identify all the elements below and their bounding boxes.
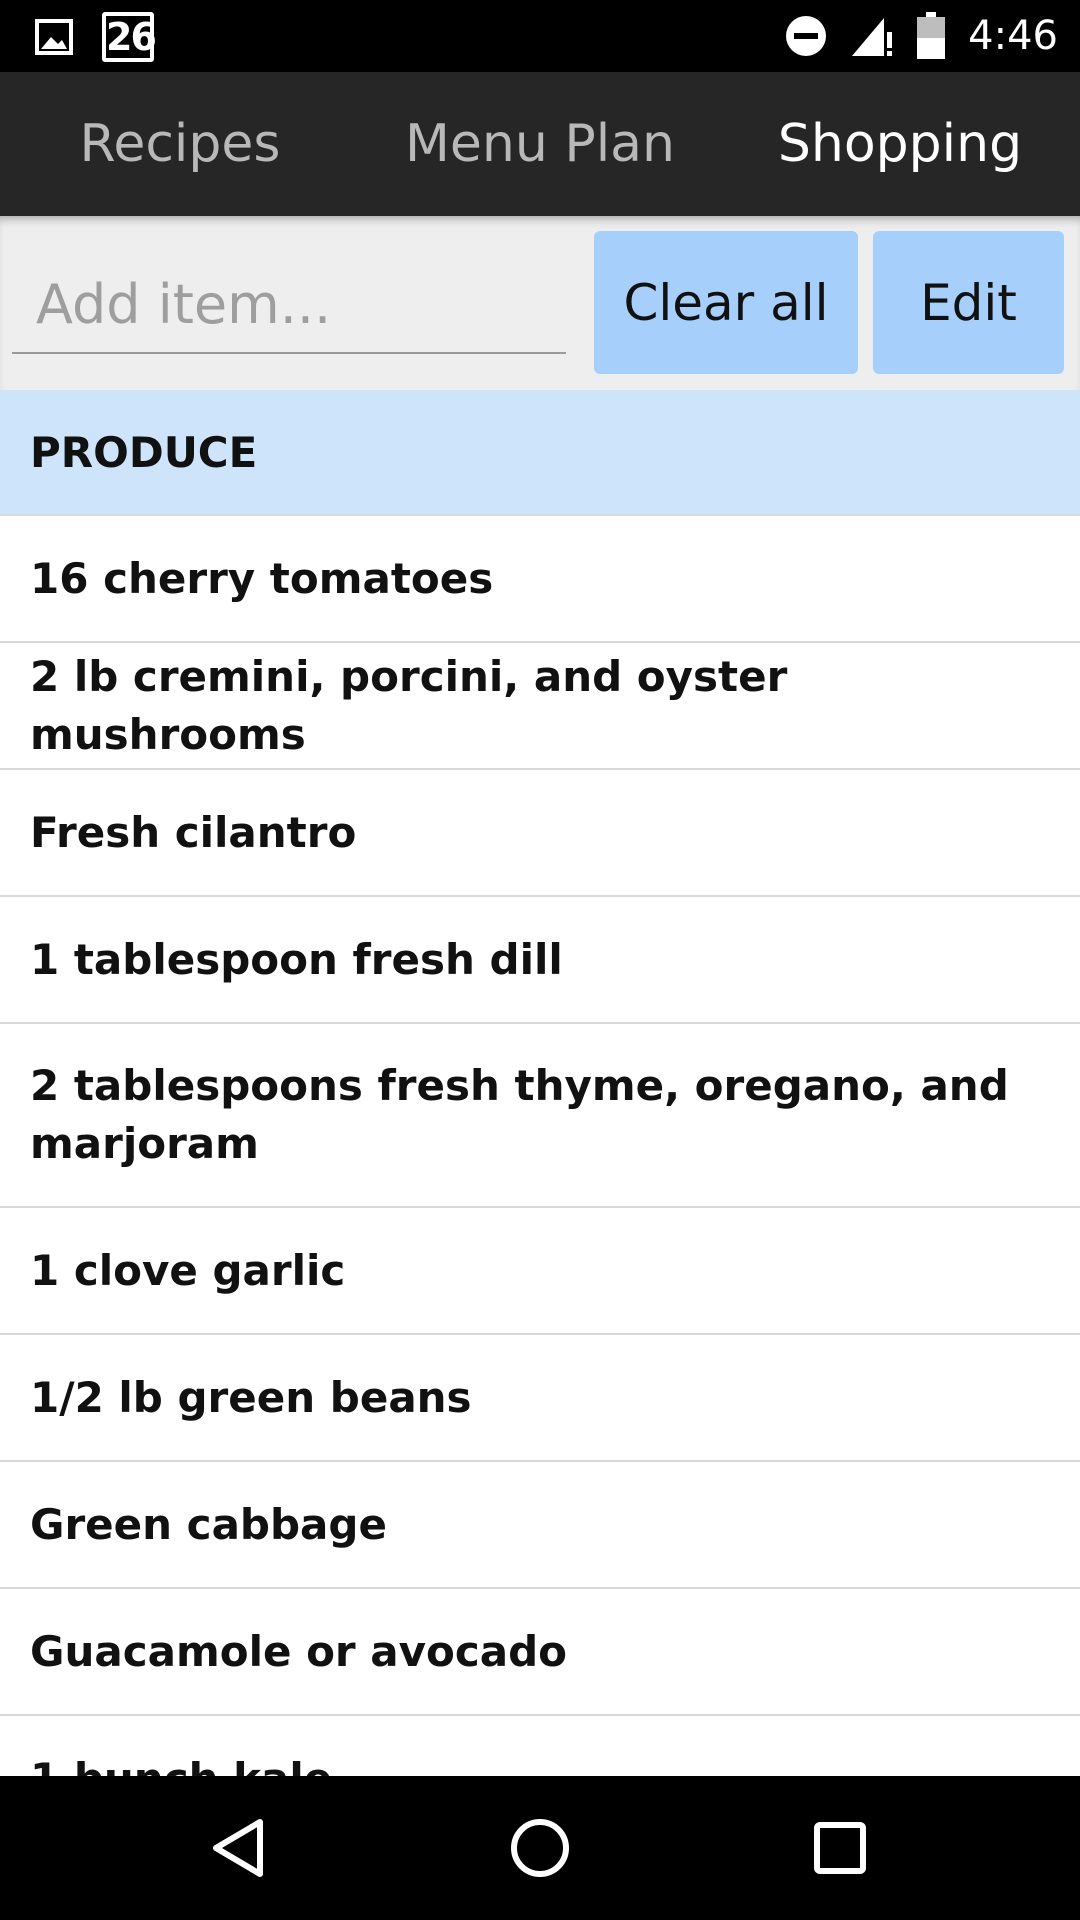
status-time: 4:46 xyxy=(968,13,1058,59)
list-item[interactable]: 1 bunch kale xyxy=(0,1716,1080,1777)
list-item[interactable]: 1 clove garlic xyxy=(0,1208,1080,1335)
clear-all-button[interactable]: Clear all xyxy=(594,231,858,374)
calendar-icon: 26 xyxy=(102,12,157,62)
add-item-input[interactable] xyxy=(12,256,566,354)
status-bar: 26 4:46 xyxy=(0,0,1080,72)
home-icon xyxy=(511,1819,569,1877)
edit-button[interactable]: Edit xyxy=(873,231,1064,374)
shopping-list: 16 cherry tomatoes 2 lb cremini, porcini… xyxy=(0,516,1080,1776)
list-item[interactable]: 1/2 lb green beans xyxy=(0,1335,1080,1462)
list-item[interactable]: 16 cherry tomatoes xyxy=(0,516,1080,643)
tab-recipes[interactable]: Recipes xyxy=(0,72,360,216)
tab-menu-plan[interactable]: Menu Plan xyxy=(360,72,720,216)
signal-icon xyxy=(852,18,893,56)
recents-icon xyxy=(814,1822,866,1874)
recents-button[interactable] xyxy=(800,1808,880,1888)
navigation-bar xyxy=(0,1776,1080,1920)
tab-shopping[interactable]: Shopping xyxy=(720,72,1080,216)
do-not-disturb-icon xyxy=(786,16,827,56)
list-item[interactable]: 1 tablespoon fresh dill xyxy=(0,897,1080,1024)
list-item[interactable]: 2 tablespoons fresh thyme, oregano, and … xyxy=(0,1024,1080,1208)
gallery-icon xyxy=(35,19,73,55)
list-item[interactable]: 2 lb cremini, porcini, and oyster mushro… xyxy=(0,643,1080,770)
battery-icon xyxy=(917,12,946,59)
status-right: 4:46 xyxy=(784,12,1058,60)
back-icon xyxy=(213,1819,263,1877)
list-item[interactable]: Fresh cilantro xyxy=(0,770,1080,897)
home-button[interactable] xyxy=(500,1808,580,1888)
list-item[interactable]: Guacamole or avocado xyxy=(0,1589,1080,1716)
tab-bar: Recipes Menu Plan Shopping xyxy=(0,72,1080,216)
back-button[interactable] xyxy=(200,1808,280,1888)
category-header-produce: PRODUCE xyxy=(0,390,1080,516)
status-left: 26 xyxy=(34,12,157,62)
list-item[interactable]: Green cabbage xyxy=(0,1462,1080,1589)
